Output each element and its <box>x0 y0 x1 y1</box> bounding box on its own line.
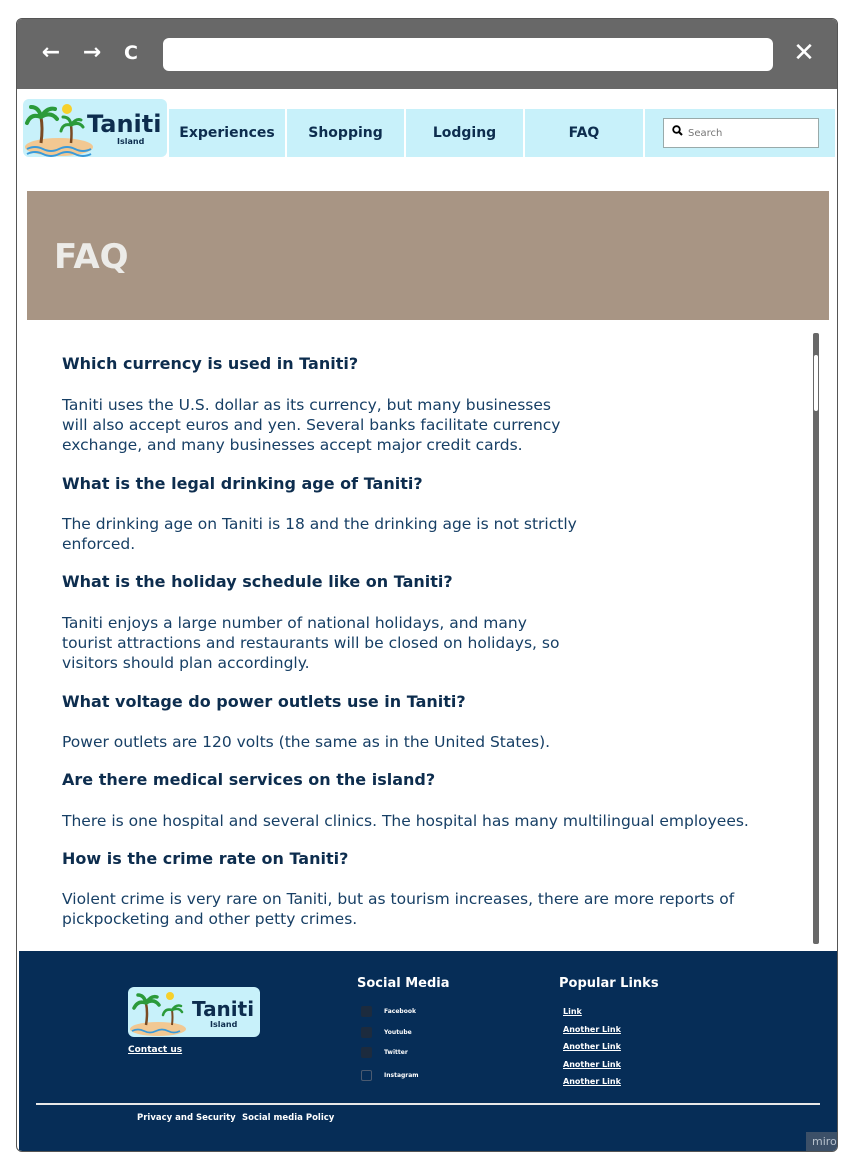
nav-lodging[interactable]: Lodging <box>406 109 525 157</box>
faq-answer: There is one hospital and several clinic… <box>62 811 749 831</box>
answer-line: The drinking age on Taniti is 18 and the… <box>62 515 577 533</box>
answer-line: Power outlets are 120 volts (the same as… <box>62 733 551 751</box>
reload-icon[interactable]: C <box>117 39 145 67</box>
faq-answer: The drinking age on Taniti is 18 and the… <box>62 514 577 554</box>
popular-heading: Popular Links <box>559 976 659 991</box>
youtube-icon <box>361 1027 372 1038</box>
footer-logo[interactable]: Taniti Island <box>128 987 260 1037</box>
nav-shopping[interactable]: Shopping <box>287 109 406 157</box>
faq-question: Which currency is used in Taniti? <box>62 354 359 373</box>
twitter-icon <box>361 1047 372 1058</box>
answer-line: visitors should plan accordingly. <box>62 654 310 672</box>
answer-line: pickpocketing and other petty crimes. <box>62 910 358 928</box>
scrollbar-thumb[interactable] <box>814 355 818 411</box>
browser-window: ← → C ✕ Taniti Island Experiences Shoppi <box>16 18 838 1152</box>
answer-line: exchange, and many businesses accept maj… <box>62 436 523 454</box>
popular-link[interactable]: Another Link <box>563 1077 621 1086</box>
answer-line: enforced. <box>62 535 136 553</box>
facebook-icon <box>361 1006 372 1017</box>
faq-answer: Taniti enjoys a large number of national… <box>62 613 559 673</box>
instagram-icon <box>361 1070 372 1081</box>
logo-name: Taniti <box>192 997 255 1021</box>
popular-link[interactable]: Another Link <box>563 1025 621 1034</box>
contact-link[interactable]: Contact us <box>128 1045 182 1055</box>
footer-divider <box>36 1103 820 1105</box>
miro-watermark: miro <box>806 1132 837 1151</box>
faq-question: What is the legal drinking age of Taniti… <box>62 474 423 493</box>
search-field[interactable] <box>663 118 819 148</box>
site-footer: Taniti Island Contact us Social Media Fa… <box>19 951 837 1151</box>
answer-line: There is one hospital and several clinic… <box>62 812 749 830</box>
answer-line: tourist attractions and restaurants will… <box>62 634 560 652</box>
nav-experiences[interactable]: Experiences <box>169 109 287 157</box>
logo-sub: Island <box>117 137 145 146</box>
main-nav: Experiences Shopping Lodging FAQ <box>169 109 835 157</box>
faq-answer: Taniti uses the U.S. dollar as its curre… <box>62 395 560 455</box>
browser-toolbar: ← → C ✕ <box>17 19 837 89</box>
social-label: Twitter <box>384 1049 408 1056</box>
address-bar[interactable] <box>163 38 773 71</box>
answer-line: Violent crime is very rare on Taniti, bu… <box>62 890 735 908</box>
forward-arrow-icon[interactable]: → <box>78 39 106 67</box>
social-heading: Social Media <box>357 976 450 991</box>
nav-faq[interactable]: FAQ <box>525 109 645 157</box>
page-title: FAQ <box>54 237 129 277</box>
social-label: Youtube <box>384 1029 412 1036</box>
privacy-link[interactable]: Privacy and Security <box>137 1113 236 1123</box>
answer-line: will also accept euros and yen. Several … <box>62 416 561 434</box>
faq-answer: Violent crime is very rare on Taniti, bu… <box>62 889 734 929</box>
web-page: Taniti Island Experiences Shopping Lodgi… <box>19 89 837 1151</box>
back-arrow-icon[interactable]: ← <box>37 39 65 67</box>
faq-answer: Power outlets are 120 volts (the same as… <box>62 732 550 752</box>
search-input[interactable] <box>688 123 814 143</box>
faq-question: Are there medical services on the island… <box>62 770 436 789</box>
hero-banner: FAQ <box>27 191 829 320</box>
popular-link[interactable]: Another Link <box>563 1042 621 1051</box>
faq-question: What voltage do power outlets use in Tan… <box>62 692 466 711</box>
search-icon <box>672 125 683 139</box>
faq-question: What is the holiday schedule like on Tan… <box>62 572 453 591</box>
close-icon[interactable]: ✕ <box>789 37 819 69</box>
faq-question: How is the crime rate on Taniti? <box>62 849 349 868</box>
popular-link[interactable]: Another Link <box>563 1060 621 1069</box>
answer-line: Taniti enjoys a large number of national… <box>62 614 527 632</box>
scrollbar[interactable] <box>813 333 819 944</box>
answer-line: Taniti uses the U.S. dollar as its curre… <box>62 396 551 414</box>
social-label: Facebook <box>384 1008 416 1015</box>
social-label: Instagram <box>384 1072 419 1079</box>
popular-link[interactable]: Link <box>563 1007 582 1016</box>
logo-name: Taniti <box>87 110 162 138</box>
site-logo[interactable]: Taniti Island <box>23 99 167 157</box>
social-policy-link[interactable]: Social media Policy <box>242 1113 334 1123</box>
logo-sub: Island <box>210 1020 238 1029</box>
